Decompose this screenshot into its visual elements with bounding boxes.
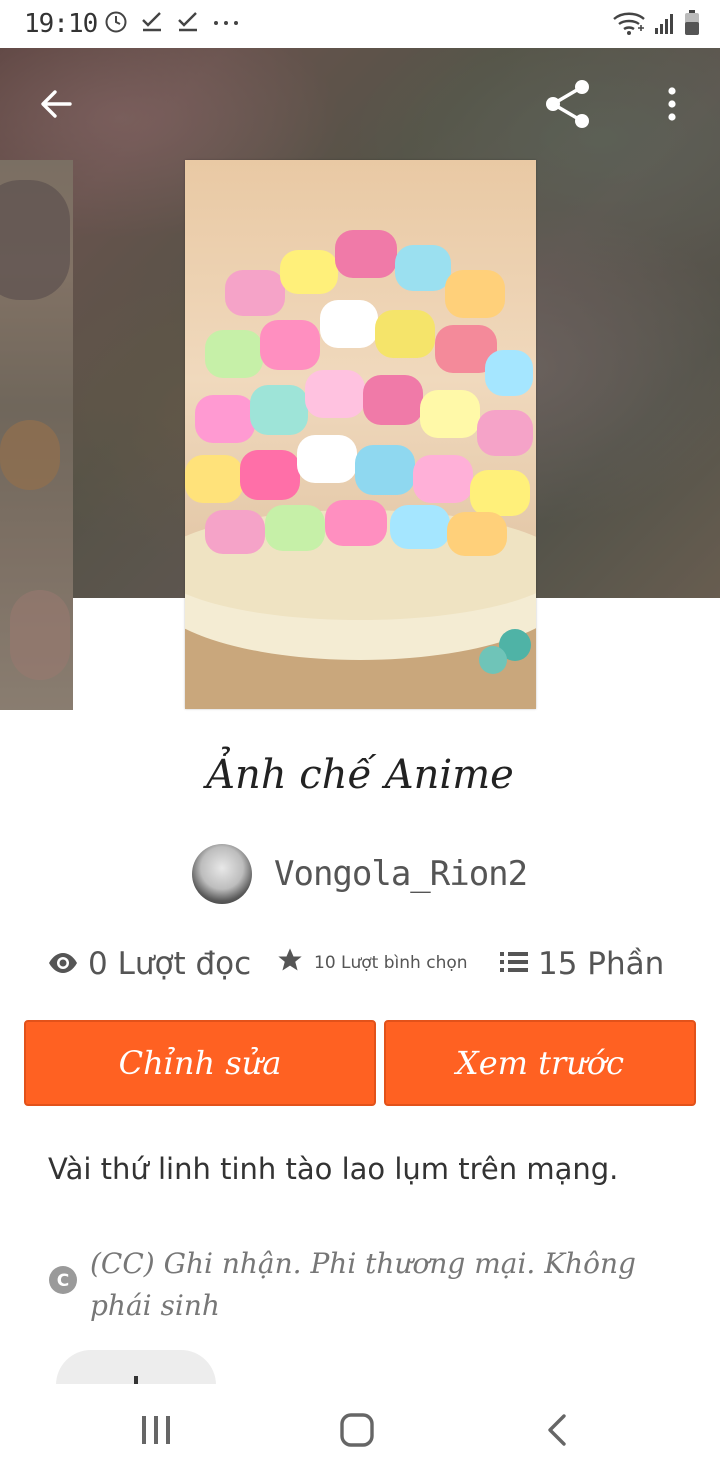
- story-toolbar: [0, 48, 720, 158]
- story-title: Ảnh chế Anime: [206, 752, 514, 798]
- status-icons-left: [104, 10, 240, 34]
- cover-shade: [0, 160, 73, 710]
- signal-icon: [654, 11, 676, 35]
- share-button[interactable]: [540, 78, 596, 134]
- nav-back-button[interactable]: [528, 1404, 588, 1460]
- story-stats: 0 Lượt đọc 10 Lượt bình chọn 15 Phần: [48, 940, 688, 990]
- more-options-button[interactable]: [652, 82, 692, 130]
- recents-icon: [139, 1413, 173, 1451]
- star-icon: [276, 946, 304, 979]
- edit-button[interactable]: Chỉnh sửa: [24, 1020, 376, 1106]
- wifi-icon: [612, 10, 646, 36]
- status-icons-right: [612, 10, 700, 36]
- battery-icon: [684, 10, 700, 36]
- system-nav-bar: [0, 1384, 720, 1480]
- more-vertical-icon: [667, 86, 677, 126]
- share-icon: [542, 78, 594, 134]
- arrow-left-icon: [38, 86, 74, 126]
- tag-chip-glyph: [134, 1376, 138, 1384]
- check-download-icon: [176, 10, 200, 34]
- preview-button[interactable]: Xem trước: [384, 1020, 696, 1106]
- copyright-icon: C: [48, 1265, 78, 1295]
- eye-icon: [48, 946, 78, 982]
- votes-count: 10 Lượt bình chọn: [314, 952, 468, 973]
- votes-stat: 10 Lượt bình chọn: [276, 946, 468, 979]
- status-time: 19:10: [24, 9, 98, 39]
- home-button[interactable]: [327, 1404, 387, 1460]
- back-chevron-icon: [544, 1412, 572, 1452]
- more-dots-icon: [212, 10, 240, 34]
- parts-count: 15 Phần: [538, 946, 665, 982]
- license-text: (CC) Ghi nhận. Phi thương mại. Không phá…: [90, 1247, 636, 1322]
- avatar[interactable]: [192, 844, 252, 904]
- svg-text:C: C: [57, 1271, 69, 1291]
- back-button[interactable]: [32, 82, 80, 130]
- parts-stat: 15 Phần: [500, 946, 664, 982]
- story-cover-image: [185, 160, 536, 709]
- reads-count: 0 Lượt đọc: [88, 946, 252, 982]
- home-icon: [339, 1412, 375, 1452]
- alarm-icon: [104, 10, 128, 34]
- previous-story-cover[interactable]: [0, 160, 73, 710]
- story-description: Vài thứ linh tinh tào lao lụm trên mạng.: [48, 1152, 619, 1186]
- author-name[interactable]: Vongola_Rion2: [274, 854, 528, 894]
- list-icon: [500, 946, 528, 982]
- author-row[interactable]: Vongola_Rion2: [192, 844, 528, 904]
- reads-stat: 0 Lượt đọc: [48, 946, 251, 982]
- check-download-icon: [140, 10, 164, 34]
- status-bar: 19:10: [0, 0, 720, 48]
- recents-button[interactable]: [126, 1404, 186, 1460]
